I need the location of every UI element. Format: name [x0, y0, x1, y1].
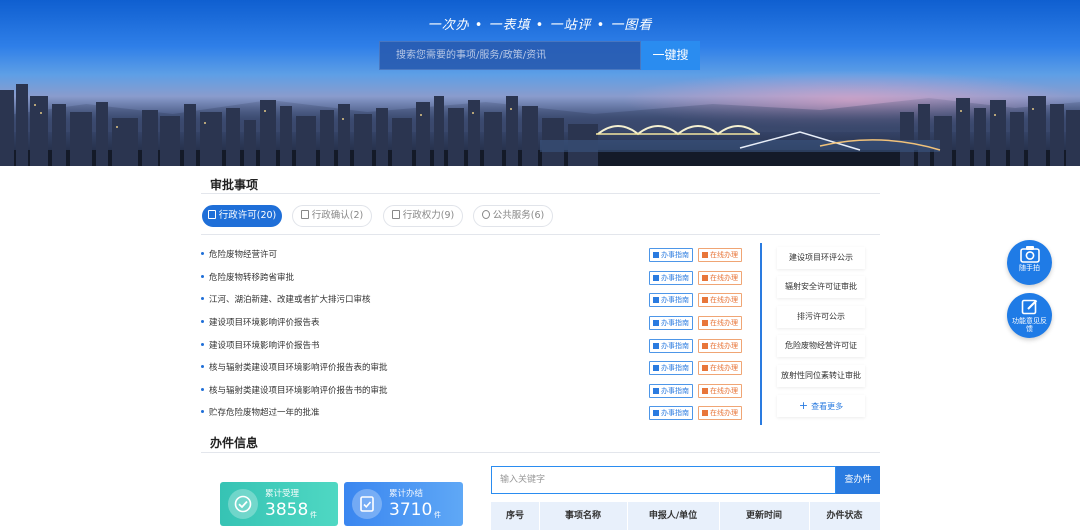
- guide-icon: [653, 388, 659, 394]
- column-header: 办件状态: [826, 511, 863, 521]
- power-icon: [391, 210, 400, 219]
- case-search-button[interactable]: 查办件: [836, 466, 880, 494]
- online-button[interactable]: 在线办理: [698, 293, 742, 307]
- guide-icon: [653, 297, 659, 303]
- online-icon: [702, 252, 708, 258]
- service-icon: [481, 210, 490, 219]
- approval-item[interactable]: 建设项目环境影响评价报告表: [201, 316, 320, 330]
- online-button[interactable]: 在线办理: [698, 384, 742, 398]
- case-info-title: 办件信息: [204, 435, 259, 450]
- guide-button[interactable]: 办事指南: [649, 316, 693, 330]
- tab-administrative-license[interactable]: 行政许可(20): [202, 205, 282, 227]
- notice-item[interactable]: 放射性同位素转让审批: [777, 365, 865, 387]
- guide-button[interactable]: 办事指南: [649, 248, 693, 262]
- notice-item[interactable]: 危险废物经营许可证: [777, 335, 865, 357]
- confirm-icon: [300, 210, 309, 219]
- column-header: 序号: [505, 511, 524, 521]
- column-header: 更新时间: [745, 511, 782, 521]
- column-header: 申报人/单位: [648, 511, 698, 521]
- banner-search-button[interactable]: 一键搜: [641, 41, 700, 70]
- approval-item[interactable]: 危险废物转移跨省审批: [201, 271, 294, 285]
- notice-item[interactable]: 建设项目环评公示: [777, 247, 865, 269]
- license-icon: [207, 210, 216, 219]
- guide-icon: [653, 275, 659, 281]
- tab-public-service[interactable]: 公共服务(6): [473, 205, 553, 227]
- edit-icon: [1021, 299, 1037, 315]
- column-header: 事项名称: [564, 511, 601, 521]
- online-icon: [702, 343, 708, 349]
- online-button[interactable]: 在线办理: [698, 248, 742, 262]
- accepted-stat-card: 累计受理 3858 件: [220, 482, 338, 526]
- online-icon: [702, 297, 708, 303]
- online-button[interactable]: 在线办理: [698, 406, 742, 420]
- guide-button[interactable]: 办事指南: [649, 361, 693, 375]
- plus-icon: +: [798, 399, 809, 412]
- accepted-value: 3858: [265, 500, 309, 520]
- guide-button[interactable]: 办事指南: [649, 339, 693, 353]
- online-icon: [702, 388, 708, 394]
- guide-icon: [653, 252, 659, 258]
- notice-item[interactable]: 排污许可公示: [777, 306, 865, 328]
- accepted-unit: 件: [310, 511, 317, 519]
- snapshot-button[interactable]: 随手拍: [1007, 240, 1052, 285]
- approval-item[interactable]: 核与辐射类建设项目环境影响评价报告书的审批: [201, 384, 388, 398]
- approval-item[interactable]: 核与辐射类建设项目环境影响评价报告表的审批: [201, 361, 388, 375]
- approvals-title-divider: [201, 193, 880, 194]
- notice-item[interactable]: 辐射安全许可证审批: [777, 276, 865, 298]
- guide-icon: [653, 343, 659, 349]
- completed-unit: 件: [434, 511, 441, 519]
- online-icon: [702, 320, 708, 326]
- online-button[interactable]: 在线办理: [698, 361, 742, 375]
- tab-administrative-confirmation[interactable]: 行政确认(2): [292, 205, 372, 227]
- approval-item[interactable]: 贮存危险废物超过一年的批准: [201, 406, 320, 420]
- case-info-divider: [201, 452, 880, 453]
- approval-item[interactable]: 危险废物经营许可: [201, 248, 277, 262]
- completed-value: 3710: [389, 500, 433, 520]
- online-icon: [702, 365, 708, 371]
- hero-banner: 一次办 • 一表填 • 一站评 • 一图看 搜索您需要的事项/服务/政策/资讯 …: [0, 0, 1080, 166]
- completed-stat-card: 累计办结 3710 件: [344, 482, 463, 526]
- tabs-divider: [201, 234, 880, 235]
- feedback-button[interactable]: 功能意见反馈: [1007, 293, 1052, 338]
- camera-icon: [1019, 246, 1040, 263]
- approval-item[interactable]: 江河、湖泊新建、改建或者扩大排污口审核: [201, 293, 371, 307]
- approval-item[interactable]: 建设项目环境影响评价报告书: [201, 339, 320, 353]
- guide-button[interactable]: 办事指南: [649, 384, 693, 398]
- completed-label: 累计办结: [389, 489, 424, 499]
- accepted-label: 累计受理: [265, 489, 300, 499]
- document-check-icon: [360, 496, 374, 512]
- guide-button[interactable]: 办事指南: [649, 293, 693, 307]
- online-button[interactable]: 在线办理: [698, 339, 742, 353]
- online-icon: [702, 410, 708, 416]
- online-icon: [702, 275, 708, 281]
- guide-button[interactable]: 办事指南: [649, 271, 693, 285]
- tab-administrative-power[interactable]: 行政权力(9): [383, 205, 463, 227]
- banner-slogan: 一次办 • 一表填 • 一站评 • 一图看: [427, 18, 653, 33]
- notice-accent-line: [760, 243, 762, 425]
- approvals-title: 审批事项: [204, 177, 259, 192]
- banner-search-input[interactable]: 搜索您需要的事项/服务/政策/资讯: [379, 41, 641, 70]
- online-button[interactable]: 在线办理: [698, 316, 742, 330]
- online-button[interactable]: 在线办理: [698, 271, 742, 285]
- guide-icon: [653, 410, 659, 416]
- guide-button[interactable]: 办事指南: [649, 406, 693, 420]
- guide-icon: [653, 320, 659, 326]
- view-more-link[interactable]: + 查看更多: [777, 395, 865, 417]
- case-keyword-input[interactable]: 输入关键字: [491, 466, 836, 494]
- guide-icon: [653, 365, 659, 371]
- check-circle-icon: [234, 495, 252, 513]
